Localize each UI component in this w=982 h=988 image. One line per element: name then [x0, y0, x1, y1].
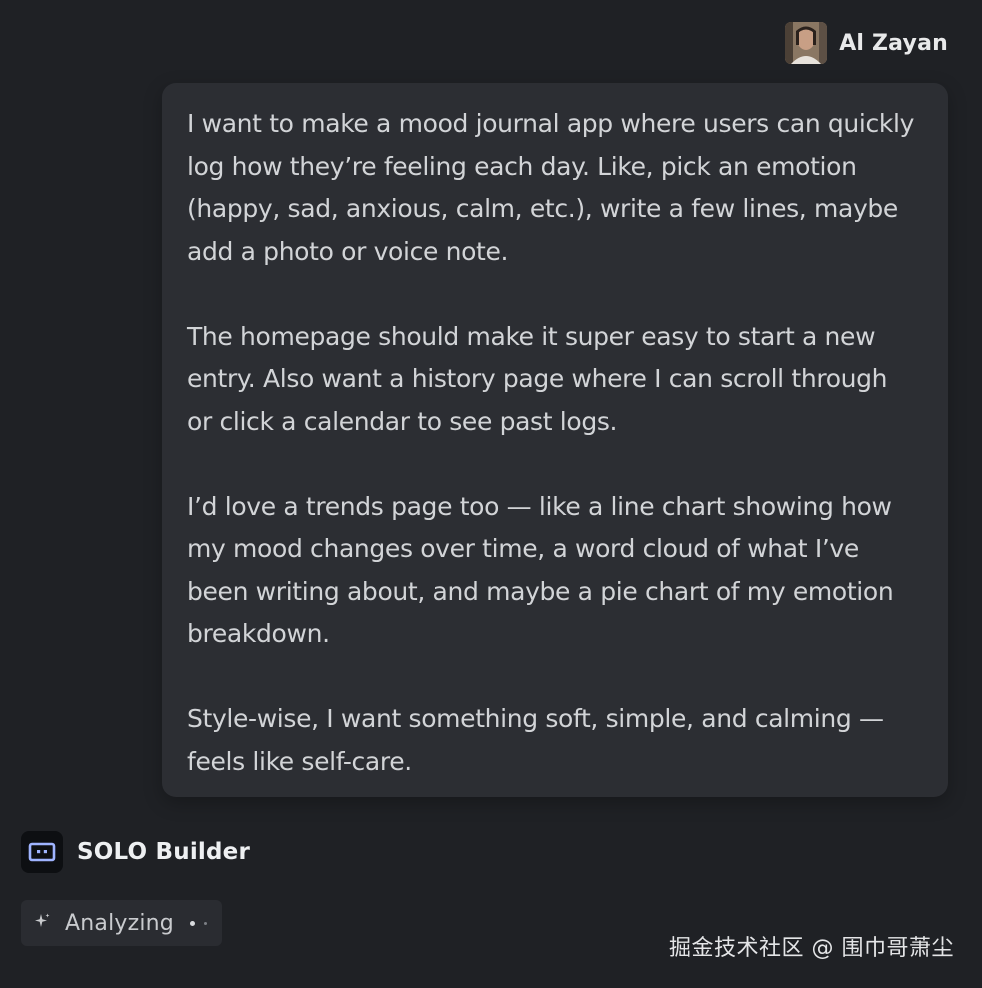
assistant-header: SOLO Builder	[21, 831, 250, 873]
user-header: Al Zayan	[785, 22, 948, 64]
analyzing-status: Analyzing	[21, 900, 222, 946]
message-paragraph: The homepage should make it super easy t…	[187, 321, 888, 436]
loading-dots	[189, 920, 207, 926]
user-avatar[interactable]	[785, 22, 828, 64]
message-paragraph: I’d love a trends page too — like a line…	[187, 491, 894, 649]
avatar-image	[785, 22, 828, 64]
robot-face-icon	[21, 831, 63, 873]
sparkle-icon	[33, 912, 51, 934]
message-paragraph: I want to make a mood journal app where …	[187, 109, 915, 266]
message-paragraph: Style-wise, I want something soft, simpl…	[187, 704, 884, 776]
assistant-name: SOLO Builder	[77, 839, 250, 865]
watermark: 掘金技术社区 @ 围巾哥萧尘	[669, 936, 954, 961]
user-message-bubble: I want to make a mood journal app where …	[162, 83, 948, 797]
status-text: Analyzing	[65, 910, 174, 936]
user-name: Al Zayan	[839, 30, 948, 56]
